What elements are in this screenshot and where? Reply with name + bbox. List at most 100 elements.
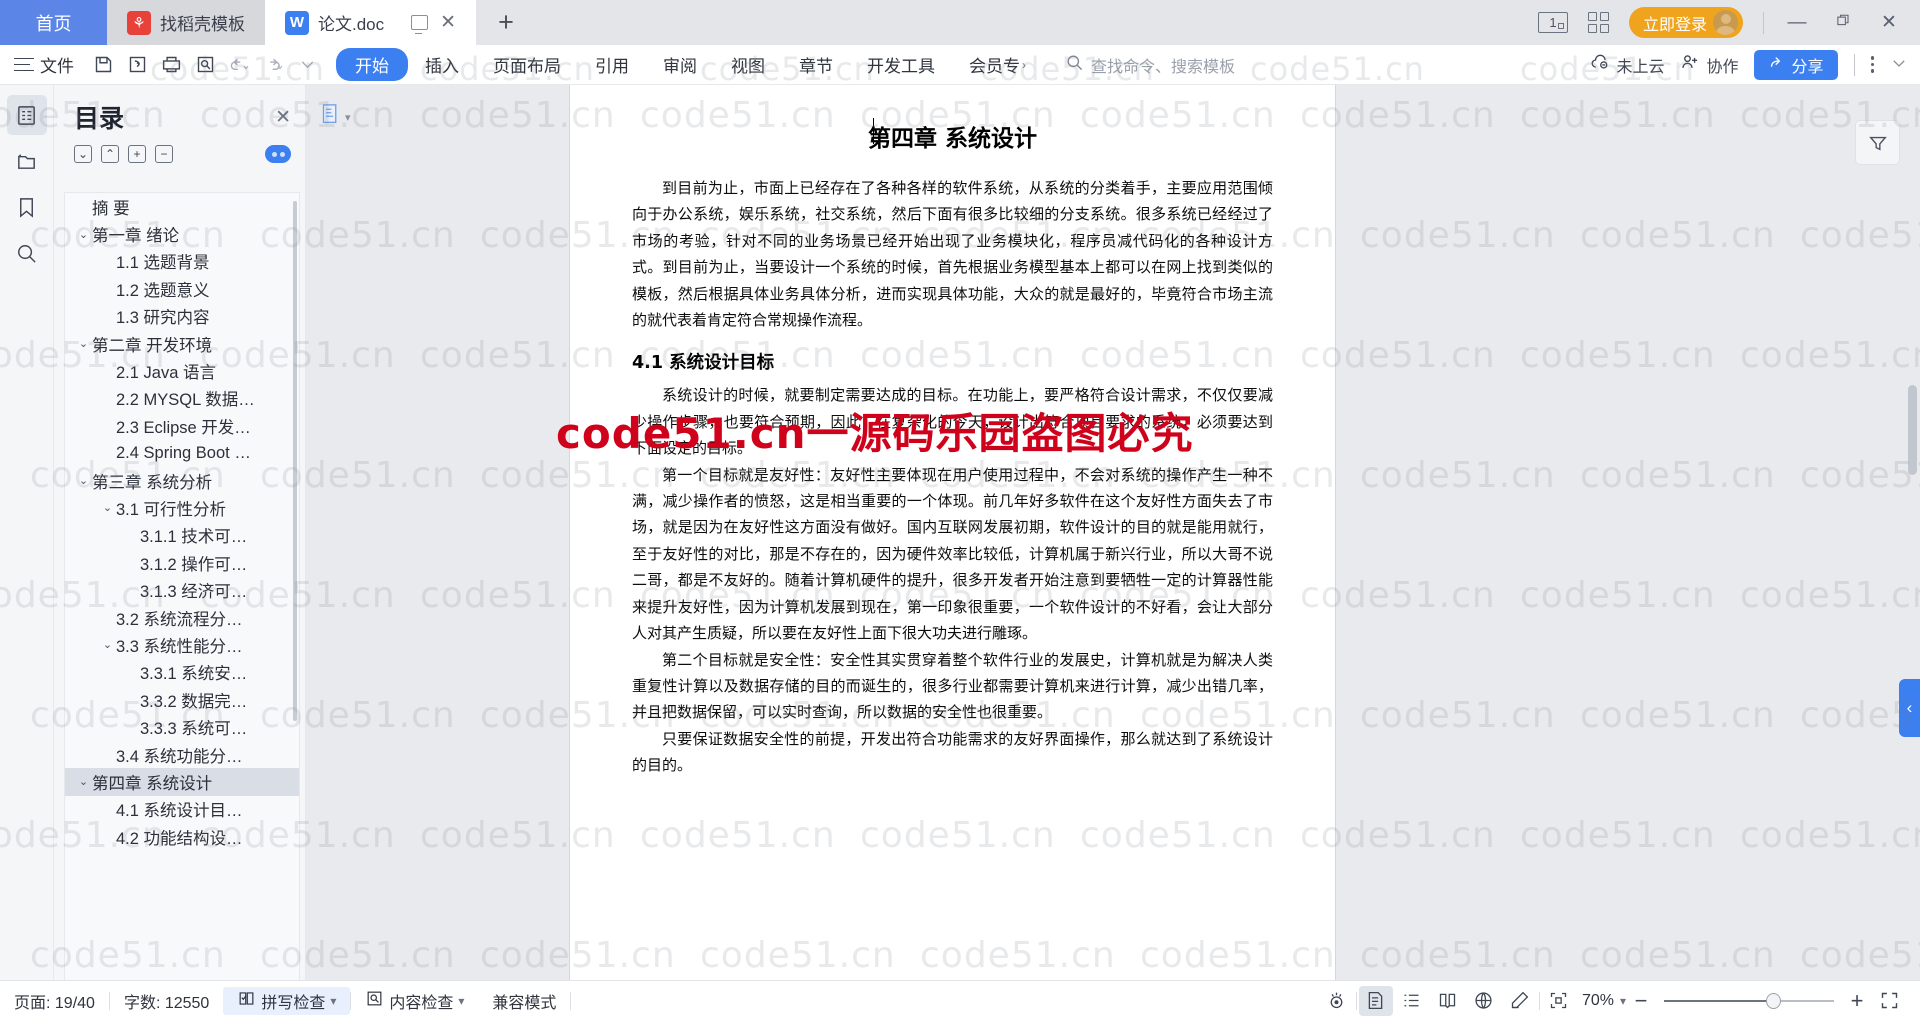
menu-start[interactable]: 开始: [336, 48, 408, 81]
menu-hamburger-icon[interactable]: [14, 57, 34, 72]
menu-chapter[interactable]: 章节: [782, 48, 850, 81]
toc-collapse-up-button[interactable]: ⌃: [101, 145, 119, 163]
toc-item[interactable]: 3.3.2 数据完…: [65, 686, 299, 713]
zoom-level[interactable]: 70%: [1578, 992, 1618, 1010]
collapse-ribbon-icon[interactable]: [1890, 54, 1908, 75]
chevron-down-icon[interactable]: ▾: [345, 111, 351, 124]
menu-view[interactable]: 视图: [714, 48, 782, 81]
chevron-down-icon[interactable]: ▾: [1620, 994, 1626, 1008]
close-window-button[interactable]: ✕: [1876, 13, 1902, 32]
chevron-down-icon[interactable]: ▾: [458, 994, 464, 1008]
tab-docer-templates[interactable]: ⚘ 找稻壳模板: [107, 0, 265, 45]
rail-bookmark-button[interactable]: [7, 187, 47, 227]
page-count-icon[interactable]: 1: [1537, 12, 1568, 33]
undo-icon[interactable]: [222, 50, 256, 80]
minimize-button[interactable]: —: [1784, 13, 1810, 32]
close-toc-icon[interactable]: ✕: [275, 108, 291, 127]
cloud-status[interactable]: 未上云: [1590, 52, 1664, 77]
zoom-slider-knob[interactable]: [1766, 992, 1781, 1009]
compatibility-mode[interactable]: 兼容模式: [478, 987, 570, 1015]
zoom-out-button[interactable]: −: [1628, 989, 1654, 1012]
focus-mode-icon[interactable]: [1320, 986, 1354, 1016]
fullscreen-icon[interactable]: [1872, 986, 1906, 1016]
document-page[interactable]: 第四章 系统设计 到目前为止，市面上已经存在了各种各样的软件系统，从系统的分类着…: [570, 85, 1335, 980]
page-indicator[interactable]: 页面: 19/40: [0, 987, 109, 1015]
web-view-icon[interactable]: [1467, 986, 1501, 1016]
toc-item[interactable]: 1.3 研究内容: [65, 303, 299, 330]
toc-item[interactable]: ⌄ 第二章 开发环境: [65, 330, 299, 357]
save-icon[interactable]: [86, 50, 120, 80]
toc-item[interactable]: ⌄ 3.3 系统性能分…: [65, 631, 299, 658]
toc-item[interactable]: ⌄ 第三章 系统分析: [65, 467, 299, 494]
toc-item[interactable]: 4.2 功能结构设…: [65, 823, 299, 850]
document-canvas[interactable]: ▾ 第四章 系统设计 到目前为止，市面上已经存在了各种各样的软件系统，从系统的分…: [306, 85, 1920, 980]
toc-item[interactable]: 2.4 Spring Boot …: [65, 440, 299, 467]
toc-list[interactable]: 摘 要 ⌄ 第一章 绪论 1.1 选题背景 1.2 选题意义 1.3 研究内容 ⌄ 第二章 开…: [64, 192, 300, 992]
right-tools-panel[interactable]: [1855, 120, 1900, 165]
toc-item[interactable]: 3.3.3 系统可…: [65, 713, 299, 740]
zoom-slider[interactable]: [1664, 992, 1834, 1009]
chevron-down-icon[interactable]: ⌄: [99, 638, 116, 651]
cloud-save-icon[interactable]: [120, 50, 154, 80]
chevron-down-icon[interactable]: ⌄: [75, 337, 92, 350]
tab-home[interactable]: 首页: [0, 0, 107, 45]
toc-item[interactable]: 摘 要: [65, 193, 299, 220]
section-mark[interactable]: ▾: [320, 103, 351, 131]
menu-dev-tools[interactable]: 开发工具: [850, 48, 952, 81]
toc-item[interactable]: 3.4 系统功能分…: [65, 741, 299, 768]
chevron-down-icon[interactable]: ⌄: [75, 474, 92, 487]
redo-icon[interactable]: [256, 50, 290, 80]
chevron-down-icon[interactable]: ⌄: [75, 228, 92, 241]
toc-item[interactable]: 2.1 Java 语言: [65, 357, 299, 384]
apps-grid-icon[interactable]: [1587, 12, 1609, 33]
menu-reference[interactable]: 引用: [578, 48, 646, 81]
toc-item[interactable]: 3.2 系统流程分…: [65, 604, 299, 631]
menu-vip[interactable]: 会员专 ›: [952, 48, 1043, 81]
toc-collapse-all-button[interactable]: −: [155, 145, 173, 163]
zoom-in-button[interactable]: +: [1844, 989, 1870, 1012]
toc-scrollbar[interactable]: [293, 201, 297, 721]
print-icon[interactable]: [154, 50, 188, 80]
menu-insert[interactable]: 插入: [408, 48, 476, 81]
menu-page-layout[interactable]: 页面布局: [476, 48, 578, 81]
toc-expand-all-button[interactable]: +: [128, 145, 146, 163]
menu-review[interactable]: 审阅: [646, 48, 714, 81]
collaborate-button[interactable]: 协作: [1680, 52, 1738, 77]
toc-item[interactable]: ⌄ 3.1 可行性分析: [65, 494, 299, 521]
rail-thumbnail-button[interactable]: [7, 141, 47, 181]
chevron-down-icon[interactable]: ▾: [330, 994, 336, 1008]
page-view-icon[interactable]: [1358, 985, 1393, 1016]
document-vertical-scrollbar[interactable]: [1908, 385, 1917, 475]
file-menu[interactable]: 文件: [40, 52, 74, 77]
word-count[interactable]: 字数: 12550: [110, 987, 223, 1015]
toc-item[interactable]: 1.2 选题意义: [65, 275, 299, 302]
share-button[interactable]: 分享: [1754, 49, 1838, 80]
toc-expand-down-button[interactable]: ⌄: [74, 145, 92, 163]
chevron-down-icon[interactable]: ⌄: [99, 501, 116, 514]
toc-item[interactable]: 3.1.2 操作可…: [65, 549, 299, 576]
toc-item[interactable]: 3.3.1 系统安…: [65, 659, 299, 686]
chevron-down-icon[interactable]: ⌄: [75, 775, 92, 788]
close-tab-icon[interactable]: ✕: [440, 13, 456, 32]
right-panel-toggle[interactable]: ‹: [1899, 679, 1920, 737]
zoom-slider-track[interactable]: [1664, 992, 1834, 1009]
toc-item[interactable]: 2.3 Eclipse 开发…: [65, 412, 299, 439]
toc-item[interactable]: ⌄ 第四章 系统设计: [65, 768, 299, 796]
tab-document[interactable]: W 论文.doc ✕: [265, 0, 477, 45]
toc-item[interactable]: ⌄ 第一章 绪论: [65, 220, 299, 247]
toc-item[interactable]: 1.1 选题背景: [65, 248, 299, 275]
toc-item[interactable]: 2.2 MYSQL 数据…: [65, 385, 299, 412]
outline-view-icon[interactable]: [1395, 986, 1429, 1016]
rail-outline-button[interactable]: [6, 95, 47, 135]
restore-button[interactable]: [1830, 13, 1856, 32]
contentcheck-button[interactable]: 内容检查 ▾: [351, 987, 478, 1015]
print-preview-icon[interactable]: [188, 50, 222, 80]
toc-item[interactable]: 3.1.1 技术可…: [65, 522, 299, 549]
toc-item[interactable]: 3.1.3 经济可…: [65, 576, 299, 603]
customize-toolbar-icon[interactable]: [290, 50, 324, 80]
spellcheck-button[interactable]: 拼写检查 ▾: [223, 986, 351, 1015]
toc-eye-toggle[interactable]: [265, 145, 291, 163]
present-icon[interactable]: [411, 15, 429, 34]
rail-search-button[interactable]: [7, 233, 47, 273]
more-options-icon[interactable]: [1870, 56, 1874, 73]
